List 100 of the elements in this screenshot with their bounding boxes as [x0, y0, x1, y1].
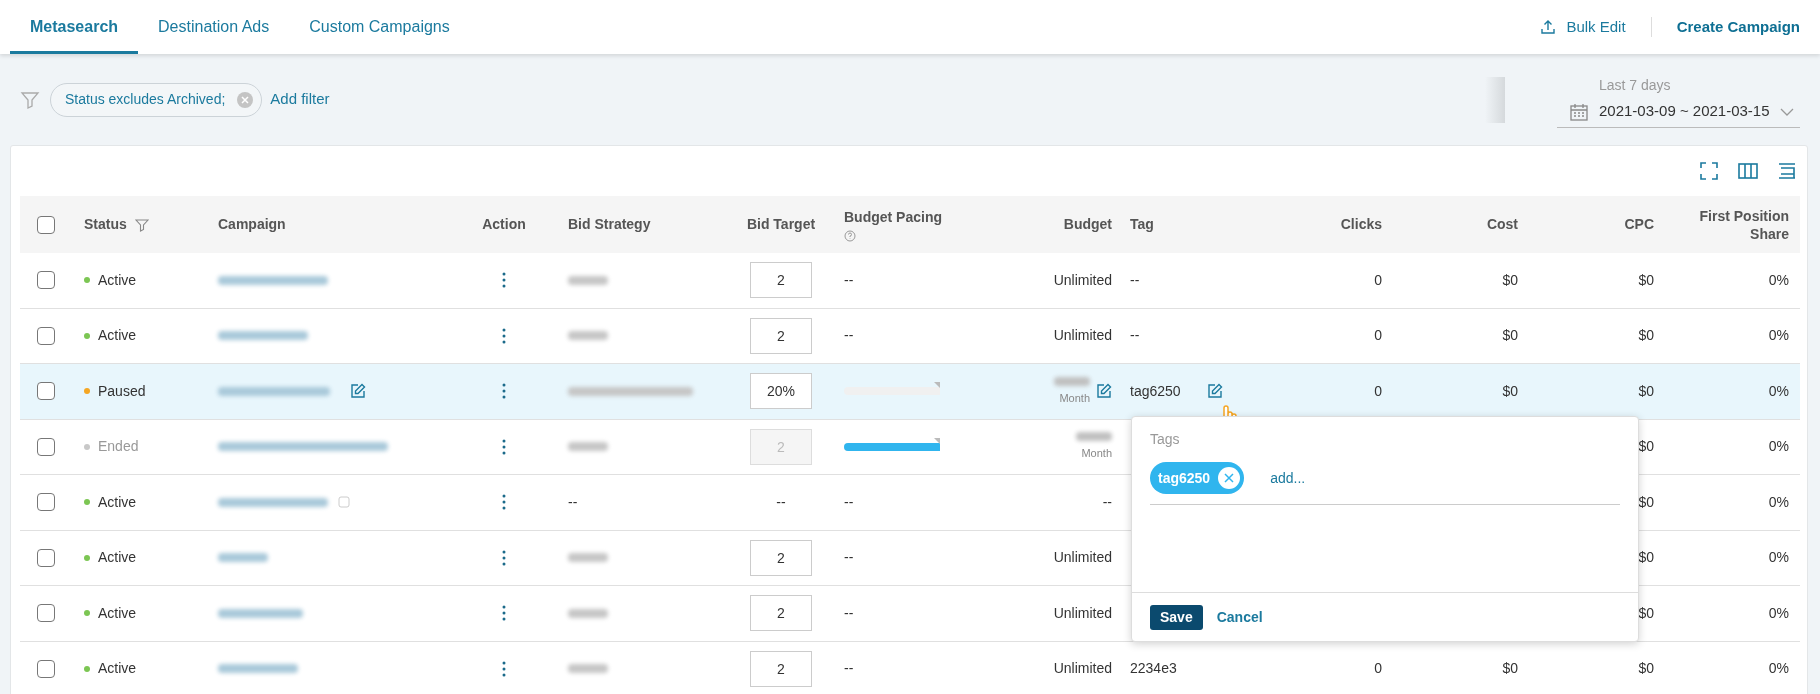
table-cell-text: 0%: [1768, 603, 1789, 623]
table-cell-text: 0%: [1768, 326, 1789, 346]
table-cell-text: 0%: [1768, 659, 1789, 679]
chevron-down-icon: [1780, 106, 1794, 117]
table-cell-text: Unlimited: [1053, 326, 1112, 346]
table-cell-text: Unlimited: [1053, 548, 1112, 568]
bid-target-input[interactable]: 20%: [750, 373, 812, 410]
table-cell-text: $0: [1638, 492, 1654, 512]
more-options-icon[interactable]: [502, 272, 506, 289]
fullscreen-icon[interactable]: [1699, 161, 1719, 181]
remove-icon[interactable]: [1218, 467, 1241, 489]
table-cell-text: --: [1130, 326, 1140, 346]
table-cell-text: $0: [1502, 659, 1518, 679]
budget-period: Month: [1059, 390, 1090, 406]
more-options-icon[interactable]: [502, 660, 506, 677]
scroll-shadow: [1485, 76, 1505, 123]
cancel-button[interactable]: Cancel: [1216, 606, 1263, 628]
edit-icon[interactable]: [1096, 383, 1112, 400]
help-icon: [844, 230, 856, 242]
table-cell-text: --: [844, 603, 854, 623]
status-text: Active: [98, 603, 137, 623]
column-header[interactable]: Budget: [1063, 214, 1112, 235]
column-header[interactable]: Action: [482, 214, 526, 235]
more-options-icon[interactable]: [502, 605, 506, 622]
bid-target-input[interactable]: 2: [750, 539, 812, 576]
table-cell-text: Unlimited: [1053, 603, 1112, 623]
table-cell-text: --: [844, 270, 854, 290]
column-header[interactable]: First Position Share: [1679, 206, 1789, 243]
save-button[interactable]: Save: [1150, 604, 1203, 630]
bulk-edit-button[interactable]: Bulk Edit: [1540, 17, 1652, 37]
blurred-text: [568, 275, 608, 285]
tab[interactable]: Destination Ads: [138, 0, 290, 54]
blurred-text: [568, 553, 608, 563]
create-campaign-button[interactable]: Create Campaign: [1651, 15, 1800, 39]
bid-target-input[interactable]: 2: [750, 262, 812, 299]
column-header[interactable]: CPC: [1624, 214, 1654, 235]
more-options-icon[interactable]: [502, 327, 506, 344]
table-cell-text: --: [844, 492, 854, 512]
table-cell-text: $0: [1638, 326, 1654, 346]
filter-chip[interactable]: Status excludes Archived;: [50, 82, 263, 117]
target-marker-icon: [934, 437, 940, 444]
status-text: Paused: [98, 381, 146, 401]
field-label: Tags: [1150, 430, 1181, 449]
column-header[interactable]: Bid Strategy: [568, 214, 651, 235]
checkbox[interactable]: [37, 659, 55, 678]
blurred-text: [568, 608, 608, 618]
checkbox[interactable]: [37, 548, 55, 567]
row-density-icon[interactable]: [1777, 161, 1797, 181]
column-header[interactable]: Cost: [1486, 214, 1518, 235]
table-cell-text: $0: [1502, 326, 1518, 346]
column-header[interactable]: Tag: [1130, 214, 1154, 235]
status-text: Active: [98, 492, 137, 512]
checkbox[interactable]: [37, 215, 55, 234]
filter-icon[interactable]: [134, 217, 149, 232]
edit-icon[interactable]: [350, 383, 366, 400]
column-header[interactable]: Budget Pacing: [844, 207, 942, 228]
table-cell-text: Unlimited: [1053, 659, 1112, 679]
column-header[interactable]: Status: [84, 214, 127, 235]
checkbox[interactable]: [37, 382, 55, 401]
date-range-picker[interactable]: Last 7 days 2021-03-09 ~ 2021-03-15: [1557, 71, 1800, 128]
table-cell-text: --: [1130, 270, 1140, 290]
checkbox[interactable]: [37, 271, 55, 290]
checkbox[interactable]: [37, 326, 55, 345]
upload-icon: [1540, 19, 1557, 35]
table-cell-text: $0: [1502, 381, 1518, 401]
status-text: Active: [98, 270, 137, 290]
calendar-icon: [1569, 101, 1589, 122]
table-cell-text: tag6250: [1130, 381, 1181, 401]
column-header[interactable]: Campaign: [218, 214, 286, 235]
table-cell-text: 0: [1374, 326, 1382, 346]
blurred-text: [568, 442, 608, 452]
tab[interactable]: Metasearch: [10, 0, 139, 54]
columns-icon[interactable]: [1737, 161, 1759, 181]
column-header[interactable]: Clicks: [1340, 214, 1382, 235]
table-cell-text: Unlimited: [1053, 270, 1112, 290]
table-cell-text: $0: [1638, 437, 1654, 457]
checkbox[interactable]: [37, 604, 55, 623]
more-options-icon[interactable]: [502, 494, 506, 511]
table-cell-text: 0: [1374, 270, 1382, 290]
more-options-icon[interactable]: [502, 383, 506, 400]
tags-input-field[interactable]: tag6250 add...: [1150, 462, 1620, 505]
checkbox[interactable]: [37, 493, 55, 512]
tab[interactable]: Custom Campaigns: [289, 0, 470, 54]
budget-period: Month: [1081, 446, 1112, 461]
table-cell-text: $0: [1638, 548, 1654, 568]
table-cell-text: --: [844, 659, 854, 679]
bid-target-input[interactable]: 2: [750, 595, 812, 632]
table-cell-text: 0%: [1768, 437, 1789, 457]
add-tag-placeholder: add...: [1270, 468, 1306, 488]
table-cell-text: $0: [1638, 270, 1654, 290]
target-marker-icon: [934, 382, 940, 389]
edit-icon[interactable]: [1207, 383, 1223, 400]
blurred-text: [1054, 376, 1090, 386]
more-options-icon[interactable]: [502, 549, 506, 566]
add-filter-link[interactable]: Add filter: [270, 88, 330, 111]
column-header[interactable]: Bid Target: [746, 214, 816, 235]
bid-target-input[interactable]: 2: [750, 650, 812, 687]
table-cell-text: 0: [1374, 381, 1382, 401]
bid-target-input[interactable]: 2: [750, 317, 812, 354]
table-cell-text: $0: [1638, 381, 1654, 401]
